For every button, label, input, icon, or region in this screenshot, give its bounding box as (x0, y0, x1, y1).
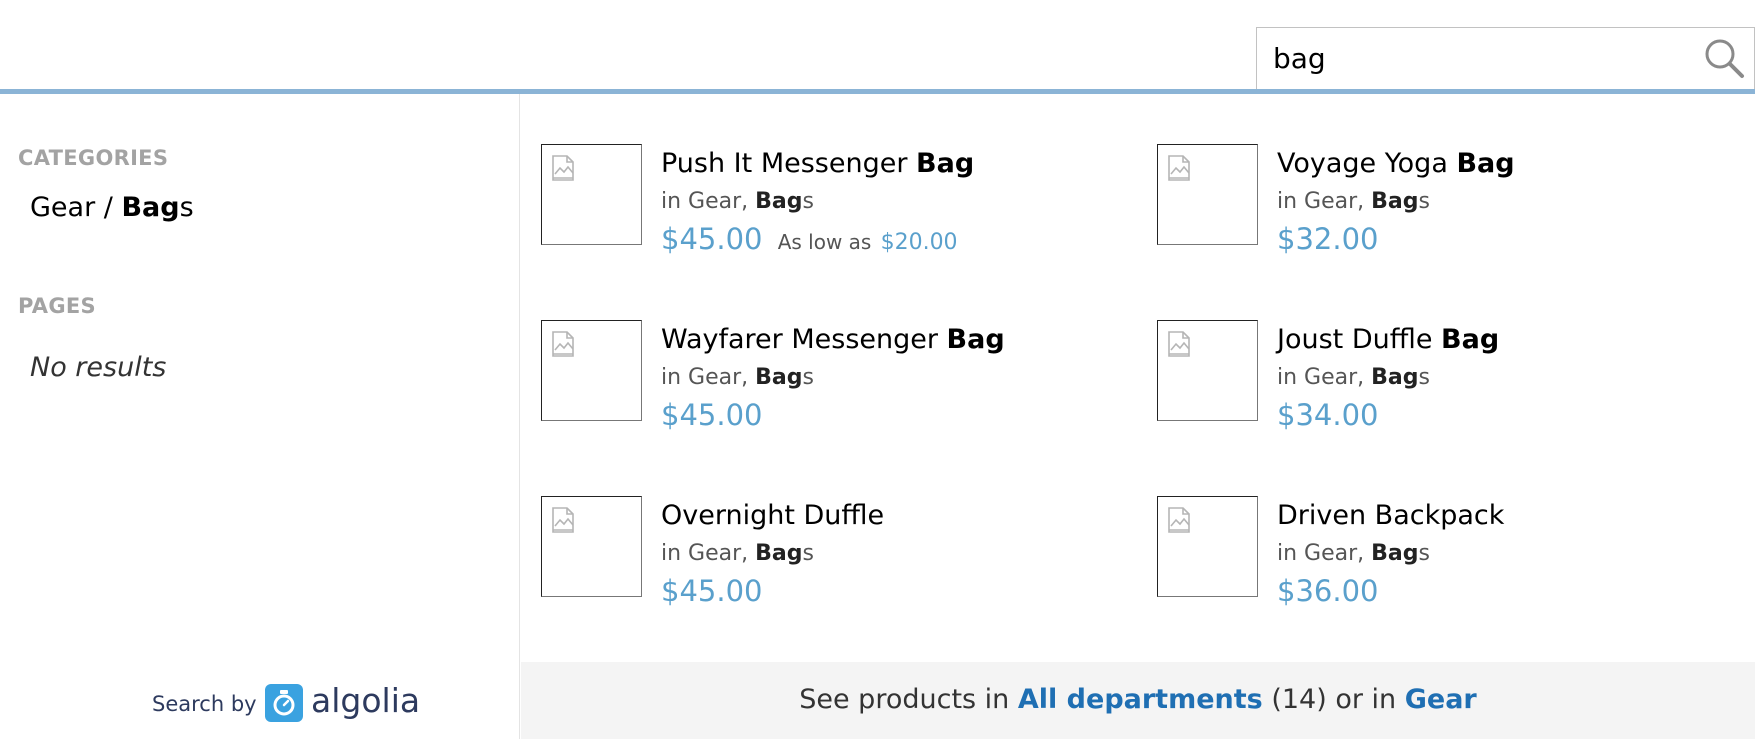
pages-heading: PAGES (18, 294, 96, 318)
product-price: $32.00 (1277, 222, 1379, 256)
see-all-products-bar: See products in All departments (14) or … (521, 662, 1755, 739)
product-category: in Gear, Bags (661, 541, 814, 566)
search-by-algolia[interactable]: Search by algolia (0, 668, 520, 739)
product-price-row: $45.00 (661, 574, 762, 608)
product-price: $45.00 (661, 398, 763, 432)
product-category-highlight: Bag (1371, 541, 1419, 566)
product-price: $36.00 (1277, 574, 1379, 608)
search-icon[interactable] (1702, 36, 1746, 80)
product-price: $34.00 (1277, 398, 1379, 432)
product-name-highlight: Bag (1456, 148, 1515, 179)
product-image-placeholder[interactable] (1157, 320, 1258, 421)
search-by-label: Search by (152, 692, 257, 716)
product-card[interactable]: Wayfarer Messenger Bag in Gear, Bags $45.0… (541, 320, 1101, 432)
product-category: in Gear, Bags (661, 189, 814, 214)
product-price-row: $34.00 (1277, 398, 1378, 432)
product-category-highlight: Bag (755, 365, 803, 390)
product-name[interactable]: Push It Messenger Bag (661, 148, 974, 179)
product-category-prefix: in Gear, (661, 189, 756, 214)
product-name[interactable]: Wayfarer Messenger Bag (661, 324, 1005, 355)
product-category: in Gear, Bags (1277, 189, 1430, 214)
see-prefix: See products in (799, 684, 1018, 715)
product-category-prefix: in Gear, (1277, 541, 1372, 566)
product-name-text: Overnight Duffle (661, 500, 885, 531)
product-name[interactable]: Driven Backpack (1277, 500, 1504, 531)
product-card[interactable]: Voyage Yoga Bag in Gear, Bags $32.00 (1157, 144, 1717, 256)
product-category-highlight: Bag (1371, 189, 1419, 214)
product-name-highlight: Bag (1441, 324, 1500, 355)
product-category-suffix: s (1418, 365, 1430, 390)
category-suffix: s (179, 192, 194, 223)
pages-no-results: No results (30, 352, 167, 383)
product-image-placeholder[interactable] (541, 320, 642, 421)
see-products-text: See products in All departments (14) or … (521, 684, 1755, 715)
algolia-logo-icon (265, 684, 303, 722)
product-price-row: $45.00 As low as $20.00 (661, 222, 958, 256)
algolia-wordmark: algolia (311, 681, 421, 720)
product-category-highlight: Bag (755, 189, 803, 214)
product-name[interactable]: Overnight Duffle (661, 500, 884, 531)
categories-heading: CATEGORIES (18, 146, 169, 170)
product-name-highlight: Bag (916, 148, 975, 179)
product-image-placeholder[interactable] (1157, 144, 1258, 245)
product-name-text: Push It Messenger (661, 148, 917, 179)
as-low-as-label: As low as (777, 230, 872, 254)
category-link-gear-bags[interactable]: Gear / Bags (30, 192, 194, 223)
product-category-prefix: in Gear, (1277, 189, 1372, 214)
product-category-highlight: Bag (1371, 365, 1419, 390)
gear-link[interactable]: Gear (1405, 684, 1477, 715)
product-category-prefix: in Gear, (1277, 365, 1372, 390)
product-category-suffix: s (802, 541, 814, 566)
product-price: $45.00 (661, 222, 763, 256)
product-category: in Gear, Bags (1277, 365, 1430, 390)
product-name-text: Driven Backpack (1277, 500, 1505, 531)
product-price-row: $36.00 (1277, 574, 1378, 608)
search-box (1256, 27, 1755, 90)
product-category-suffix: s (802, 365, 814, 390)
product-name-text: Wayfarer Messenger (661, 324, 947, 355)
product-category-suffix: s (1418, 189, 1430, 214)
product-price-row: $32.00 (1277, 222, 1378, 256)
product-image-placeholder[interactable] (541, 496, 642, 597)
results-count: (14) or in (1262, 684, 1405, 715)
product-card[interactable]: Joust Duffle Bag in Gear, Bags $34.00 (1157, 320, 1717, 432)
product-category-prefix: in Gear, (661, 365, 756, 390)
suggestions-sidebar: CATEGORIES Gear / Bags PAGES No results (0, 94, 520, 739)
product-image-placeholder[interactable] (541, 144, 642, 245)
product-category-prefix: in Gear, (661, 541, 756, 566)
product-image-placeholder[interactable] (1157, 496, 1258, 597)
as-low-as-price: $20.00 (880, 230, 958, 255)
category-highlight: Bag (121, 192, 180, 223)
product-card[interactable]: Overnight Duffle in Gear, Bags $45.00 (541, 496, 1101, 608)
product-category: in Gear, Bags (1277, 541, 1430, 566)
product-price-row: $45.00 (661, 398, 762, 432)
product-card[interactable]: Push It Messenger Bag in Gear, Bags $45.00… (541, 144, 1101, 256)
category-prefix: Gear / (30, 192, 122, 223)
all-departments-link[interactable]: All departments (1018, 684, 1263, 715)
product-name[interactable]: Joust Duffle Bag (1277, 324, 1499, 355)
product-name-text: Joust Duffle (1277, 324, 1442, 355)
product-category-suffix: s (1418, 541, 1430, 566)
product-name-highlight: Bag (946, 324, 1005, 355)
product-category-highlight: Bag (755, 541, 803, 566)
product-name-text: Voyage Yoga (1277, 148, 1457, 179)
product-price: $45.00 (661, 574, 763, 608)
product-category: in Gear, Bags (661, 365, 814, 390)
search-input[interactable] (1273, 38, 1673, 78)
product-card[interactable]: Driven Backpack in Gear, Bags $36.00 (1157, 496, 1717, 608)
product-name[interactable]: Voyage Yoga Bag (1277, 148, 1515, 179)
product-category-suffix: s (802, 189, 814, 214)
